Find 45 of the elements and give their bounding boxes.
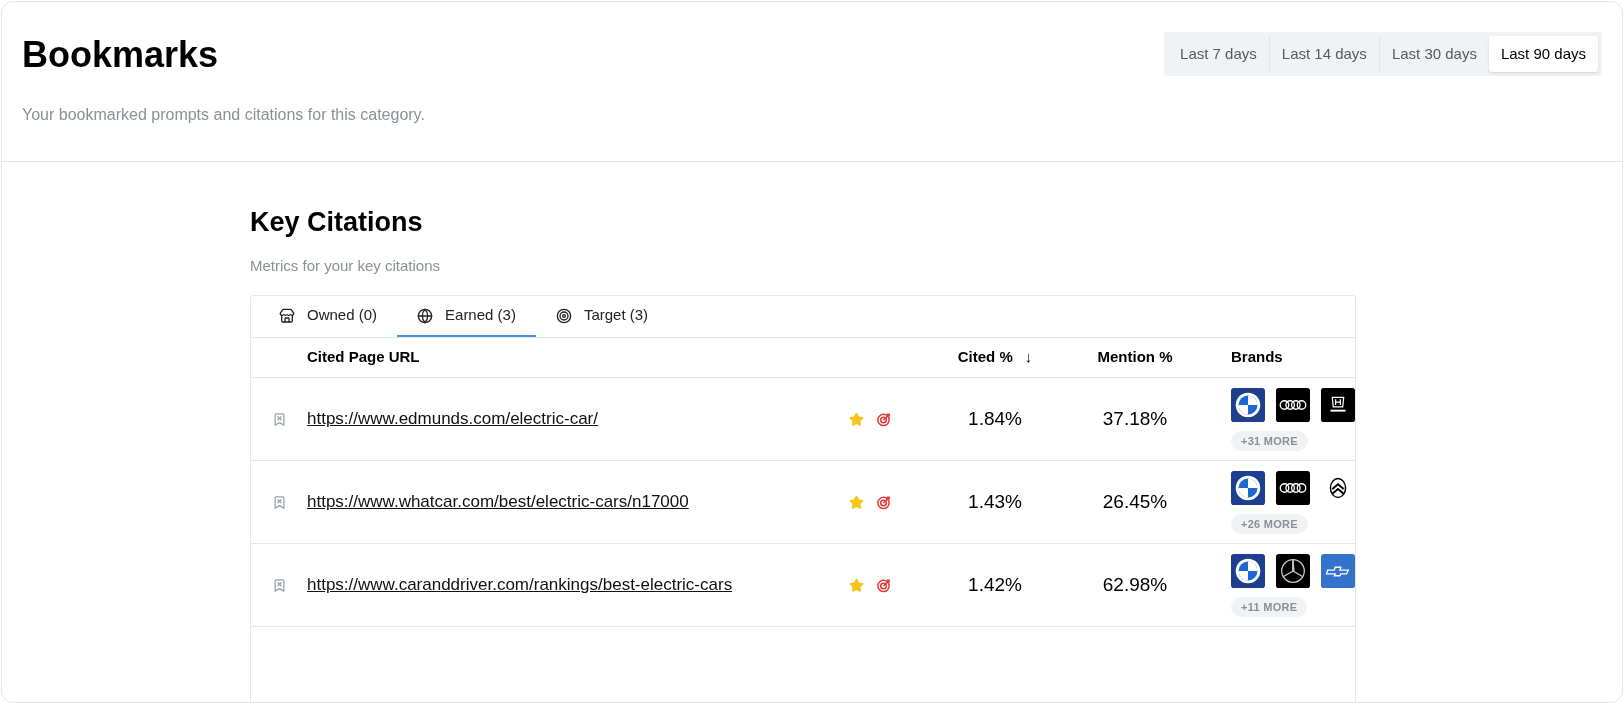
cited-percent: 1.42% — [968, 572, 1022, 597]
column-header: Cited % — [957, 347, 1013, 368]
cited-percent: 1.84% — [968, 406, 1022, 431]
page-title: Bookmarks — [22, 33, 220, 77]
cited-percent: 1.43% — [968, 489, 1022, 514]
date-range-option[interactable]: Last 30 days — [1378, 36, 1489, 72]
page-url-link[interactable]: https://www.whatcar.com/best/electric-cars/n17000 — [307, 489, 689, 515]
star-logo-icon — [1276, 552, 1310, 589]
page-subtitle: Your bookmarked prompts and citations for this category. — [22, 105, 425, 125]
page-url-link[interactable]: https://www.caranddriver.com/rankings/best-electric-cars — [307, 572, 733, 598]
tab[interactable]: Earned (3) — [397, 296, 536, 337]
roundel-logo-icon — [1231, 386, 1265, 423]
column-header: Mention % — [1097, 347, 1173, 368]
date-range-option[interactable]: Last 90 days — [1488, 36, 1598, 72]
star-icon[interactable] — [849, 494, 864, 510]
section-subtitle: Metrics for your key citations — [250, 255, 442, 276]
target-icon[interactable] — [876, 411, 891, 427]
mention-percent: 62.98% — [1102, 572, 1168, 597]
target-icon[interactable] — [876, 494, 891, 510]
column-header: Cited Page URL — [307, 347, 420, 368]
target-icon[interactable] — [876, 577, 891, 593]
date-range-option[interactable]: Last 7 days — [1168, 36, 1269, 72]
mention-percent: 37.18% — [1102, 406, 1168, 431]
section-title: Key Citations — [250, 206, 424, 239]
star-icon[interactable] — [849, 577, 864, 593]
roundel-logo-icon — [1231, 469, 1265, 506]
star-icon[interactable] — [849, 411, 864, 427]
rings-logo-icon — [1276, 469, 1310, 506]
bookmark-off-icon[interactable] — [271, 577, 287, 593]
h-logo-icon — [1321, 386, 1355, 423]
roundel-logo-icon — [1231, 552, 1265, 589]
store-icon — [279, 307, 295, 324]
mention-percent: 26.45% — [1102, 489, 1168, 514]
column-header: Brands — [1230, 347, 1284, 368]
target-icon — [555, 307, 572, 324]
date-range-option[interactable]: Last 14 days — [1268, 36, 1379, 72]
rings-logo-icon — [1276, 386, 1310, 423]
sort-arrow[interactable]: ↓ — [1024, 346, 1033, 369]
page-url-link[interactable]: https://www.edmunds.com/electric-car/ — [307, 406, 598, 432]
globe-icon — [417, 307, 434, 324]
tab[interactable]: Owned (0) — [259, 296, 398, 337]
tab[interactable]: Target (3) — [535, 296, 669, 337]
bookmark-off-icon[interactable] — [271, 411, 287, 427]
bowtie-logo-icon — [1321, 552, 1355, 589]
bookmark-off-icon[interactable] — [271, 494, 287, 510]
